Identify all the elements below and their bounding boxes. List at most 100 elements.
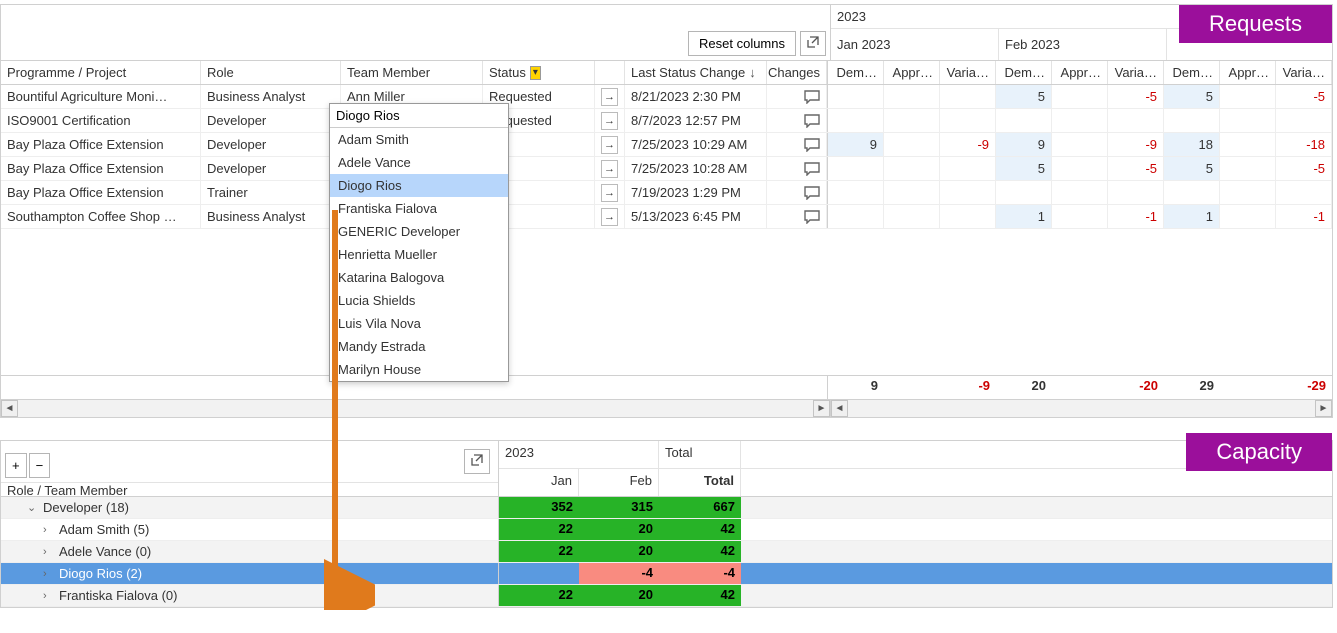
status-go-button[interactable]: →	[601, 112, 618, 130]
reset-columns-button[interactable]: Reset columns	[688, 31, 796, 56]
popout-icon[interactable]	[800, 31, 826, 56]
comment-icon[interactable]	[804, 186, 820, 200]
dropdown-item[interactable]: GENERIC Developer	[330, 220, 508, 243]
capacity-cell: 22	[499, 541, 579, 562]
scroll-left-icon[interactable]: ◄	[1, 400, 18, 417]
col-status[interactable]: Status ▾	[483, 61, 595, 84]
table-row[interactable]: Southampton Coffee Shop …Business Analys…	[1, 205, 1332, 229]
col-metric[interactable]: Appr…	[1220, 61, 1276, 84]
cell-metric	[1220, 85, 1276, 108]
col-role[interactable]: Role	[201, 61, 341, 84]
status-go-button[interactable]: →	[601, 208, 618, 226]
chevron-down-icon[interactable]: ⌄	[27, 501, 41, 514]
cell-changes[interactable]	[767, 157, 827, 180]
scroll-left-icon[interactable]: ◄	[831, 400, 848, 417]
capacity-cell: -4	[579, 563, 659, 584]
dropdown-item[interactable]: Adele Vance	[330, 151, 508, 174]
col-role-member[interactable]: Role / Team Member	[1, 482, 498, 498]
col-changes[interactable]: Changes	[767, 61, 827, 84]
expand-all-button[interactable]: +	[5, 453, 27, 478]
requests-badge: Requests	[1179, 5, 1332, 43]
capacity-row[interactable]: ›Diogo Rios (2)-4-4	[1, 563, 1332, 585]
comment-icon[interactable]	[804, 114, 820, 128]
col-total[interactable]: Total	[659, 469, 741, 496]
cell-metric: 9	[996, 133, 1052, 156]
comment-icon[interactable]	[804, 210, 820, 224]
comment-icon[interactable]	[804, 162, 820, 176]
dropdown-item[interactable]: Frantiska Fialova	[330, 197, 508, 220]
col-metric[interactable]: Varia…	[940, 61, 996, 84]
total-cell: -9	[940, 376, 996, 399]
col-metric[interactable]: Appr…	[1052, 61, 1108, 84]
col-team-member[interactable]: Team Member	[341, 61, 483, 84]
dropdown-item[interactable]: Marilyn House	[330, 358, 508, 381]
dropdown-item[interactable]: Lucia Shields	[330, 289, 508, 312]
capacity-cell: 22	[499, 585, 579, 606]
capacity-row-label: Adele Vance (0)	[59, 544, 151, 559]
dropdown-item[interactable]: Adam Smith	[330, 128, 508, 151]
team-member-dropdown[interactable]: Adam SmithAdele VanceDiogo RiosFrantiska…	[329, 103, 509, 382]
scroll-right-icon[interactable]: ►	[813, 400, 830, 417]
col-metric[interactable]: Dem…	[996, 61, 1052, 84]
cell-changes[interactable]	[767, 181, 827, 204]
cell-metric	[940, 181, 996, 204]
dropdown-item[interactable]: Luis Vila Nova	[330, 312, 508, 335]
chevron-right-icon[interactable]: ›	[43, 524, 57, 536]
collapse-all-button[interactable]: −	[29, 453, 51, 478]
col-metric[interactable]: Varia…	[1276, 61, 1332, 84]
cell-metric	[828, 157, 884, 180]
cell-role: Developer	[201, 157, 341, 180]
cell-metric: 1	[1164, 205, 1220, 228]
scroll-right-icon[interactable]: ►	[1315, 400, 1332, 417]
capacity-body: ⌄Developer (18)352315667›Adam Smith (5)2…	[1, 497, 1332, 607]
cell-changes[interactable]	[767, 109, 827, 132]
capacity-cell: 20	[579, 519, 659, 540]
status-go-button[interactable]: →	[601, 160, 618, 178]
cell-metric	[1220, 205, 1276, 228]
chevron-right-icon[interactable]: ›	[43, 590, 57, 602]
dropdown-search-input[interactable]	[330, 104, 508, 128]
comment-icon[interactable]	[804, 138, 820, 152]
col-metric[interactable]: Appr…	[884, 61, 940, 84]
table-row[interactable]: Bay Plaza Office ExtensionDeveloperted→7…	[1, 133, 1332, 157]
col-last-status-change[interactable]: Last Status Change	[625, 61, 767, 84]
filter-icon[interactable]: ▾	[530, 66, 541, 80]
cell-changes[interactable]	[767, 133, 827, 156]
col-metric[interactable]: Varia…	[1108, 61, 1164, 84]
table-row[interactable]: Bountiful Agriculture Moni…Business Anal…	[1, 85, 1332, 109]
cell-changes[interactable]	[767, 85, 827, 108]
cell-role: Developer	[201, 109, 341, 132]
chevron-right-icon[interactable]: ›	[43, 546, 57, 558]
requests-hscroll[interactable]: ◄ ► ◄ ►	[1, 399, 1332, 417]
cell-metric	[1052, 205, 1108, 228]
cell-changes[interactable]	[767, 205, 827, 228]
dropdown-item[interactable]: Mandy Estrada	[330, 335, 508, 358]
status-go-button[interactable]: →	[601, 184, 618, 202]
table-row[interactable]: Bay Plaza Office ExtensionTrainerted→7/1…	[1, 181, 1332, 205]
dropdown-item[interactable]: Katarina Balogova	[330, 266, 508, 289]
capacity-row[interactable]: ›Adam Smith (5)222042	[1, 519, 1332, 541]
status-go-button[interactable]: →	[601, 88, 618, 106]
dropdown-item[interactable]: Diogo Rios	[330, 174, 508, 197]
capacity-row[interactable]: ⌄Developer (18)352315667	[1, 497, 1332, 519]
popout-icon[interactable]	[464, 449, 490, 474]
chevron-right-icon[interactable]: ›	[43, 568, 57, 580]
status-go-button[interactable]: →	[601, 136, 618, 154]
capacity-row[interactable]: ›Frantiska Fialova (0)222042	[1, 585, 1332, 607]
table-row[interactable]: Bay Plaza Office ExtensionDeveloperted→7…	[1, 157, 1332, 181]
dropdown-list[interactable]: Adam SmithAdele VanceDiogo RiosFrantiska…	[330, 128, 508, 381]
cell-project: Bountiful Agriculture Moni…	[1, 85, 201, 108]
col-metric[interactable]: Dem…	[1164, 61, 1220, 84]
cell-project: ISO9001 Certification	[1, 109, 201, 132]
table-row[interactable]: ISO9001 CertificationDeveloperRodrigo Te…	[1, 109, 1332, 133]
capacity-total-head: Total	[659, 441, 741, 468]
col-jan[interactable]: Jan	[499, 469, 579, 496]
comment-icon[interactable]	[804, 90, 820, 104]
col-feb[interactable]: Feb	[579, 469, 659, 496]
cell-role: Developer	[201, 133, 341, 156]
cell-metric	[1108, 181, 1164, 204]
col-project[interactable]: Programme / Project	[1, 61, 201, 84]
col-metric[interactable]: Dem…	[828, 61, 884, 84]
dropdown-item[interactable]: Henrietta Mueller	[330, 243, 508, 266]
capacity-row[interactable]: ›Adele Vance (0)222042	[1, 541, 1332, 563]
